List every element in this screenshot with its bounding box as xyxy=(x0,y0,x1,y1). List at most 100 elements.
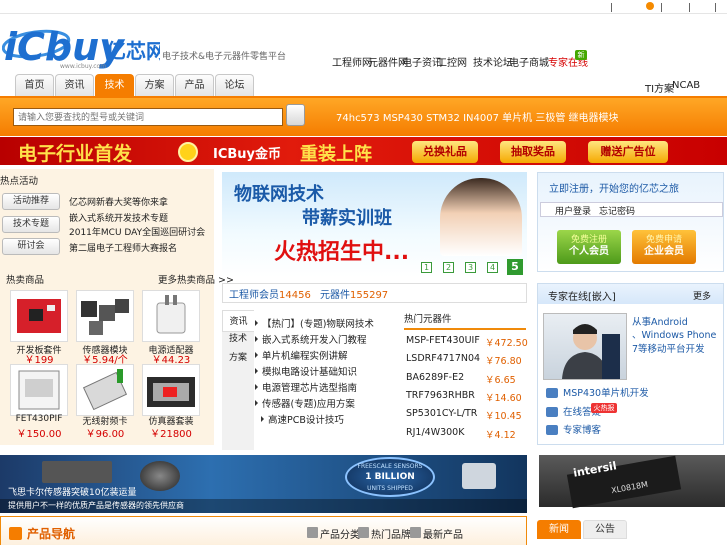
center-link-5[interactable]: 电源管理芯片选型指南 xyxy=(254,380,357,394)
chat-icon xyxy=(546,407,558,417)
activity-text-1[interactable]: 亿芯网新春大奖等你来拿 xyxy=(69,195,168,208)
activity-text-2[interactable]: 嵌入式系统开发技术专题 xyxy=(69,211,168,224)
forgot-password-link[interactable]: 忘记密码 xyxy=(599,204,635,217)
part-price-6: ￥4.12 xyxy=(485,430,516,441)
arrow-right-icon xyxy=(307,527,318,538)
product-image-5[interactable] xyxy=(76,364,134,416)
sensor-image xyxy=(140,461,180,491)
site-logo[interactable]: iCbuy 亿芯网 www.icbuy.com xyxy=(1,22,166,70)
product-image-4[interactable] xyxy=(10,364,68,416)
register-personal-button[interactable]: 免费注册 个人会员 xyxy=(557,230,621,264)
part-name-6[interactable]: RJ1/4W300K xyxy=(406,427,464,438)
chat-icon xyxy=(546,388,558,398)
center-link-7[interactable]: 高速PCB设计技巧 xyxy=(261,412,344,426)
component-image xyxy=(462,463,496,489)
stats-label-2: 元器件 xyxy=(320,290,350,301)
topnav-mall[interactable]: 电子商城 xyxy=(509,54,549,69)
activity-button-2[interactable]: 技术专题 xyxy=(2,216,60,233)
ad-page-2[interactable]: 2 xyxy=(443,262,454,273)
part-name-1[interactable]: MSP-FET430UIF xyxy=(406,335,480,346)
part-name-4[interactable]: TRF7963RHBR xyxy=(406,390,475,401)
ad-page-1[interactable]: 1 xyxy=(421,262,432,273)
center-link-4[interactable]: 模拟电路设计基础知识 xyxy=(254,364,357,378)
expert-link-3[interactable]: 专家博客 xyxy=(563,422,601,436)
product-name-4[interactable]: FET430PIF xyxy=(4,414,74,424)
product-price-5: ￥96.00 xyxy=(85,429,125,440)
site-stats: 工程师会员14456 元器件155297 xyxy=(222,283,527,303)
topnav-industrial[interactable]: 工控网 xyxy=(437,54,467,69)
product-image-3[interactable] xyxy=(142,290,200,342)
tab-product[interactable]: 产品 xyxy=(175,74,214,96)
center-tab-solution[interactable]: 方案 xyxy=(222,347,254,369)
expert-link-1[interactable]: MSP430单片机开发 xyxy=(563,385,649,399)
logo-domain: www.icbuy.com xyxy=(60,63,106,70)
product-price-6: ￥21800 xyxy=(150,429,192,440)
tab-home[interactable]: 首页 xyxy=(15,74,54,96)
register-personal-bottom: 个人会员 xyxy=(569,246,609,257)
center-tabs: 资讯 技术 方案 xyxy=(222,310,254,450)
login-link[interactable]: 用户登录 xyxy=(555,204,591,217)
nav-icon xyxy=(9,527,22,540)
activity-text-4[interactable]: 第二届电子工程师大赛报名 xyxy=(69,241,177,254)
register-company-bottom: 企业会员 xyxy=(644,246,684,257)
tab-news[interactable]: 资讯 xyxy=(55,74,94,96)
expert-photo[interactable] xyxy=(543,313,627,380)
training-ad[interactable]: 物联网技术 带薪实训班 火热招生中... 1 2 3 4 5 xyxy=(222,172,527,277)
promo-banner[interactable]: 电子行业首发 ICBuy金币 重装上阵 兑换礼品 抽取奖品 赠送广告位 xyxy=(0,137,727,165)
tab-solution[interactable]: 方案 xyxy=(135,74,174,96)
freescale-ad[interactable]: 飞思卡尔传感器突破10亿装运量 提供用户不一样的优质产品是传感器的领先供应商 F… xyxy=(0,455,527,513)
search-button[interactable] xyxy=(286,104,305,126)
center-link-6[interactable]: 传感器(专题)应用方案 xyxy=(255,396,355,410)
topnav-news[interactable]: 电子资讯 xyxy=(402,54,442,69)
expert-header: 专家在线[嵌入] 更多 xyxy=(538,284,723,304)
center-link-3[interactable]: 单片机编程实例讲解 xyxy=(255,348,348,362)
part-price-5: ￥10.45 xyxy=(485,411,522,422)
banner-redeem-button[interactable]: 兑换礼品 xyxy=(412,141,478,163)
ad-page-4[interactable]: 4 xyxy=(487,262,498,273)
topnav-engineer[interactable]: 工程师网 xyxy=(332,54,372,69)
product-image-1[interactable] xyxy=(10,290,68,342)
notification-dot[interactable] xyxy=(646,2,654,10)
separator xyxy=(689,3,690,12)
hot-activity-header: 热点活动 xyxy=(0,176,39,187)
coin-icon xyxy=(178,142,198,162)
tab-tech[interactable]: 技术 xyxy=(95,74,134,96)
product-nav-category[interactable]: 产品分类 xyxy=(320,526,360,541)
search-input[interactable] xyxy=(13,108,283,126)
hot-keywords[interactable]: 74hc573 MSP430 STM32 IN4007 单片机 三极管 继电器模… xyxy=(336,109,619,124)
expert-more-link[interactable]: 更多 xyxy=(693,289,711,302)
bottom-tab-notice[interactable]: 公告 xyxy=(583,520,627,539)
center-link-1[interactable]: 【热门】(专题)物联网技术 xyxy=(255,316,374,330)
link-ti[interactable]: TI方案 xyxy=(645,80,674,95)
activity-button-1[interactable]: 活动推荐 xyxy=(2,193,60,210)
site-slogan: 电子技术&电子元器件零售平台 xyxy=(162,52,287,62)
part-name-3[interactable]: BA6289F-E2 xyxy=(406,372,464,383)
product-image-2[interactable] xyxy=(76,290,134,342)
link-ncab[interactable]: NCAB xyxy=(672,80,700,91)
intersil-ad[interactable]: intersil XL0818M xyxy=(539,455,725,509)
banner-draw-button[interactable]: 抽取奖品 xyxy=(500,141,566,163)
part-price-1: ￥472.50 xyxy=(485,338,528,349)
chip-image xyxy=(42,461,112,483)
activity-text-3[interactable]: 2011年MCU DAY全国巡回研讨会 xyxy=(69,225,205,238)
ad-page-3[interactable]: 3 xyxy=(465,262,476,273)
product-image-6[interactable] xyxy=(142,364,200,416)
logo-cn: 亿芯网 xyxy=(106,39,160,63)
banner-ad-button[interactable]: 赠送广告位 xyxy=(588,141,668,163)
register-company-button[interactable]: 免费申请 企业会员 xyxy=(632,230,696,264)
tab-forum[interactable]: 论坛 xyxy=(215,74,254,96)
bottom-tab-news[interactable]: 新闻 xyxy=(537,520,581,539)
product-nav-brand[interactable]: 热门品牌 xyxy=(371,526,411,541)
activity-button-3[interactable]: 研讨会 xyxy=(2,238,60,255)
ad-page-5[interactable]: 5 xyxy=(507,259,523,275)
topnav-forum[interactable]: 技术论坛 xyxy=(473,54,513,69)
product-nav-new[interactable]: 最新产品 xyxy=(423,526,463,541)
part-name-2[interactable]: LSDRF4717N04 xyxy=(406,353,480,364)
register-personal-top: 免费注册 xyxy=(570,235,607,245)
billion-badge: FREESCALE SENSORS 1 BILLION UNITS SHIPPE… xyxy=(345,457,435,497)
expert-bio-3: 7等移动平台开发 xyxy=(632,344,705,355)
arrow-right-icon xyxy=(410,527,421,538)
part-name-5[interactable]: SP5301CY-L/TR xyxy=(406,408,477,419)
product-price-4: ￥150.00 xyxy=(16,429,62,440)
center-link-2[interactable]: 嵌入式系统开发入门教程 xyxy=(255,332,367,346)
